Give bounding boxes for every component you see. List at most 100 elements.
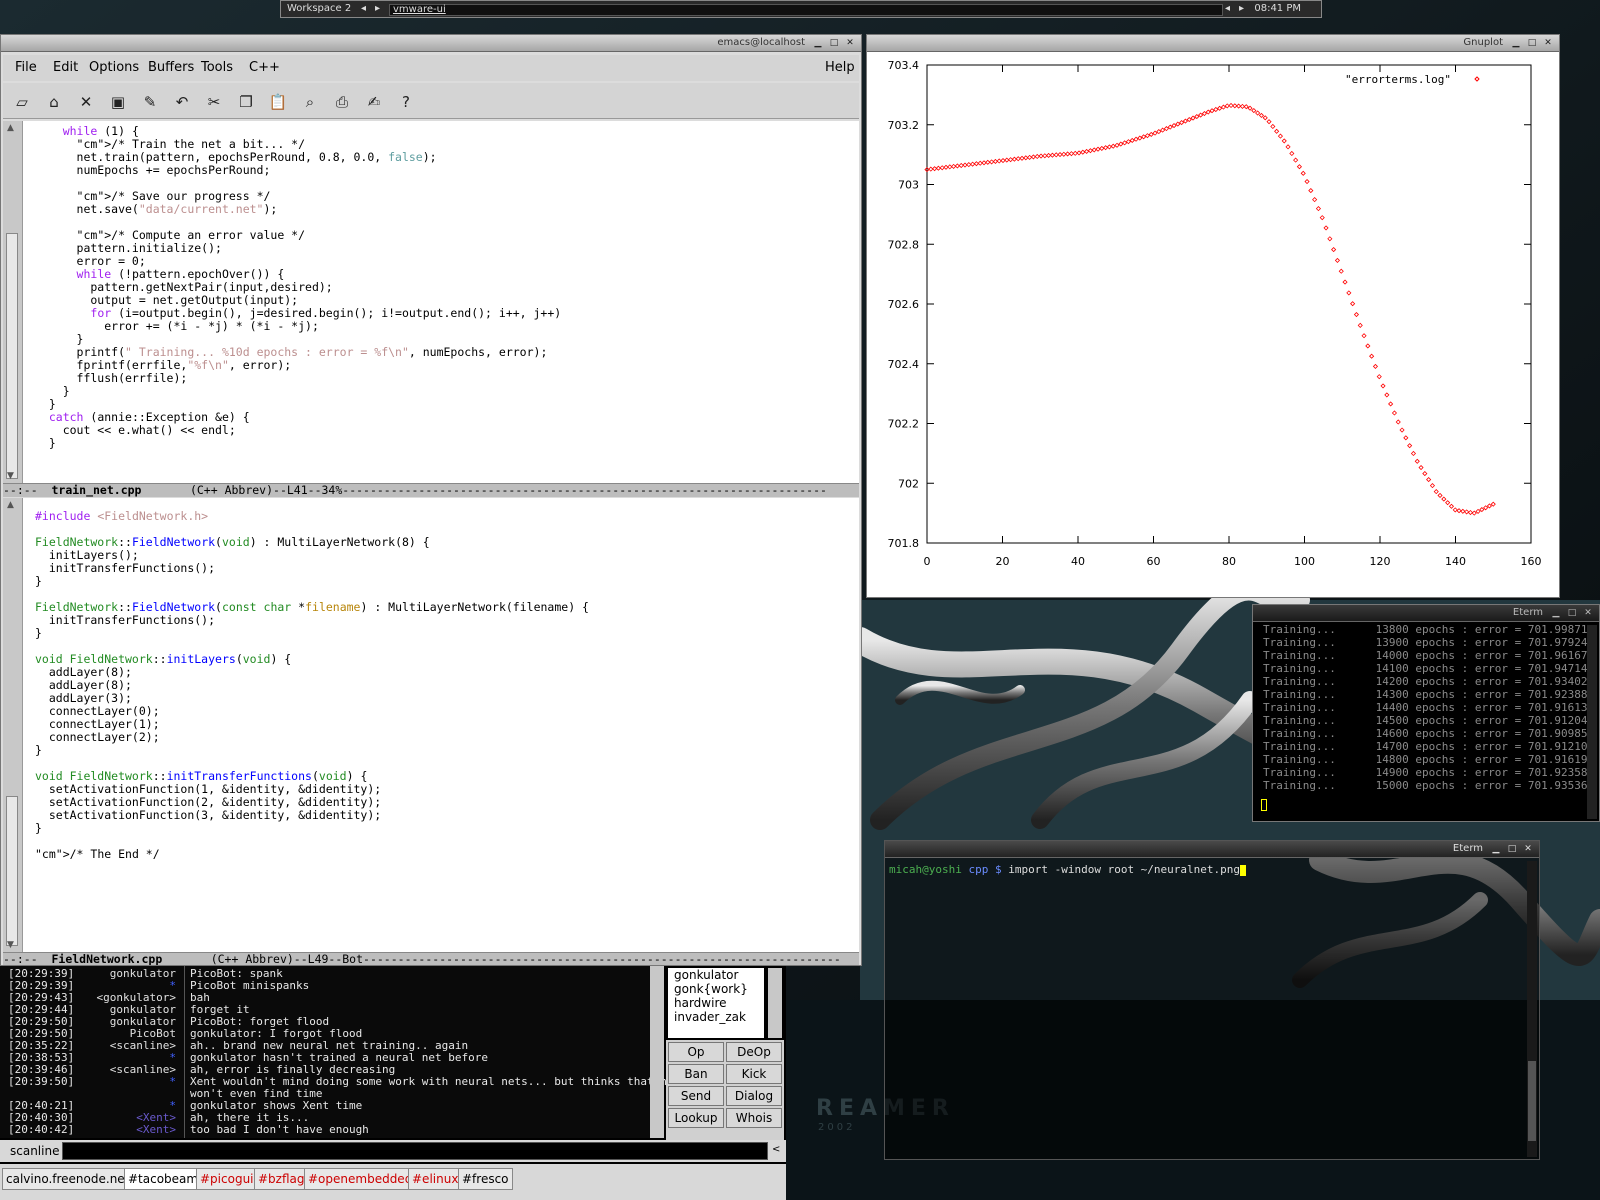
close-icon[interactable]: ✕ [845,38,855,48]
chat-nick[interactable]: <Xent> [136,1124,176,1136]
chevron-left-icon[interactable]: < [772,1144,780,1155]
open-folder-icon[interactable]: ⌂ [43,91,65,113]
code-line[interactable]: addLayer(8); [35,679,857,692]
menu-edit[interactable]: Edit [53,60,78,75]
gnuplot-chart[interactable]: 701.8 702 702.2 702.4 702.6 702.8 703 703.2 703.… [867,53,1560,598]
scroll-thumb[interactable] [1528,1061,1536,1141]
menu-help[interactable]: Help [825,60,855,75]
eterm-scrollbar[interactable] [1527,861,1537,1157]
scroll-down-icon[interactable]: ▼ [7,940,14,950]
nick-label[interactable]: scanline [10,1144,59,1158]
chat-nick[interactable]: <scanline> [110,1064,176,1076]
code-line[interactable]: #include <FieldNetwork.h> [35,510,857,523]
new-file-icon[interactable]: ▱ [11,91,33,113]
tab-tacobeam[interactable]: #tacobeam [124,1168,203,1190]
menu-buffers[interactable]: Buffers [148,60,194,75]
minimize-icon[interactable]: ▁ [813,38,823,48]
chat-log[interactable]: [20:29:39] gonkulator PicoBot: spank [20:29… [0,966,673,1138]
code-line[interactable]: } [35,575,857,588]
code-line[interactable]: } [35,627,857,640]
task-next-icon[interactable]: ▸ [1239,3,1244,14]
minimize-icon[interactable]: ▁ [1491,844,1501,854]
chat-nick[interactable]: gonkulator [110,968,176,980]
minimize-icon[interactable]: ▁ [1551,608,1561,618]
shell-prompt-line[interactable]: micah@yoshi cpp $ import -window root ~/… [889,863,1247,876]
code-line[interactable]: initTransferFunctions(); [35,562,857,575]
scrollbar-bottom[interactable]: ▲ ▼ [3,498,23,952]
chat-scrollbar[interactable] [650,966,664,1138]
scrollbar-top[interactable]: ▲ ▼ [3,121,23,483]
scroll-down-icon[interactable]: ▼ [7,471,14,481]
code-line[interactable]: "cm">/* The End */ [35,848,857,861]
code-line[interactable]: cout << e.what() << endl; [35,424,857,437]
tab-elinux[interactable]: #elinux [408,1168,463,1190]
code-line[interactable]: addLayer(8); [35,666,857,679]
menu-file[interactable]: File [15,60,37,75]
eterm-titlebar[interactable]: Eterm ▁ □ ✕ [1253,605,1599,622]
code-line[interactable]: } [35,385,857,398]
code-line[interactable]: net.save("data/current.net"); [35,203,857,216]
workspace-label[interactable]: Workspace 2 [287,3,351,14]
nick-list-item[interactable]: invader_zak [668,1010,764,1024]
menu-tools[interactable]: Tools [201,60,233,75]
code-line[interactable]: pattern.initialize(); [35,242,857,255]
nick-list-item[interactable]: gonkulator [668,968,764,982]
dialog-button[interactable]: Dialog [726,1086,782,1106]
gnuplot-titlebar[interactable]: Gnuplot ▁ □ ✕ [867,35,1559,52]
message-input[interactable] [62,1142,768,1160]
op-button[interactable]: Op [668,1042,724,1062]
close-icon[interactable]: ✕ [75,91,97,113]
scroll-thumb[interactable] [6,796,18,946]
undo-icon[interactable]: ↶ [171,91,193,113]
code-line[interactable]: error += (*i - *j) * (*i - *j); [35,320,857,333]
maximize-icon[interactable]: □ [1527,38,1537,48]
eterm-scrollbar[interactable] [1587,625,1597,819]
code-line[interactable]: FieldNetwork::FieldNetwork(void) : Multi… [35,536,857,549]
send-button[interactable]: Send [668,1086,724,1106]
chat-nick[interactable]: <scanline> [110,1040,176,1052]
task-prev-icon[interactable]: ◂ [1225,3,1230,14]
tab-server[interactable]: calvino.freenode.net [2,1168,134,1190]
code-line[interactable]: initTransferFunctions(); [35,614,857,627]
paste-icon[interactable]: 📋 [267,91,289,113]
help-icon[interactable]: ? [395,91,417,113]
code-line[interactable]: setActivationFunction(3, &identity, &did… [35,809,857,822]
code-field-network[interactable]: #include <FieldNetwork.h> FieldNetwork::… [35,510,857,861]
deop-button[interactable]: DeOp [726,1042,782,1062]
code-line[interactable]: } [35,822,857,835]
chat-nick[interactable]: * [169,1076,176,1088]
whois-button[interactable]: Whois [726,1108,782,1128]
lookup-button[interactable]: Lookup [668,1108,724,1128]
code-line[interactable]: connectLayer(2); [35,731,857,744]
cut-icon[interactable]: ✂ [203,91,225,113]
close-icon[interactable]: ✕ [1523,844,1533,854]
editor-pane-bottom[interactable]: ▲ ▼ #include <FieldNetwork.h> FieldNetwo… [3,498,859,952]
tab-picogui[interactable]: #picogui [196,1168,258,1190]
code-line[interactable]: void FieldNetwork::initLayers(void) { [35,653,857,666]
workspace-next-icon[interactable]: ▸ [375,3,380,14]
customize-icon[interactable]: ✍ [363,91,385,113]
close-icon[interactable]: ✕ [1583,608,1593,618]
save-as-icon[interactable]: ✎ [139,91,161,113]
floppy-save-icon[interactable]: ▣ [107,91,129,113]
print-icon[interactable]: ⎙ [331,91,353,113]
search-icon[interactable]: ⌕ [299,91,321,113]
scroll-up-icon[interactable]: ▲ [7,123,14,133]
workspace-prev-icon[interactable]: ◂ [361,3,366,14]
close-icon[interactable]: ✕ [1543,38,1553,48]
maximize-icon[interactable]: □ [1567,608,1577,618]
taskbar-window-button[interactable]: vmware-ui [389,4,1223,16]
scroll-up-icon[interactable]: ▲ [7,500,14,510]
code-train-net[interactable]: while (1) { "cm">/* Train the net a bit.… [35,125,857,450]
code-line[interactable]: } [35,437,857,450]
nick-list[interactable]: gonkulator gonk{work} hardwire invader_z… [668,968,764,1038]
tab-bzflag[interactable]: #bzflag [254,1168,309,1190]
code-line[interactable]: fflush(errfile); [35,372,857,385]
tab-openembedded[interactable]: #openembedded [304,1168,417,1190]
menu-options[interactable]: Options [89,60,139,75]
maximize-icon[interactable]: □ [1507,844,1517,854]
code-line[interactable]: } [35,744,857,757]
menu-cpp[interactable]: C++ [249,60,280,75]
nick-list-scrollbar[interactable] [768,968,782,1038]
eterm-titlebar[interactable]: Eterm ▁ □ ✕ [885,841,1539,858]
